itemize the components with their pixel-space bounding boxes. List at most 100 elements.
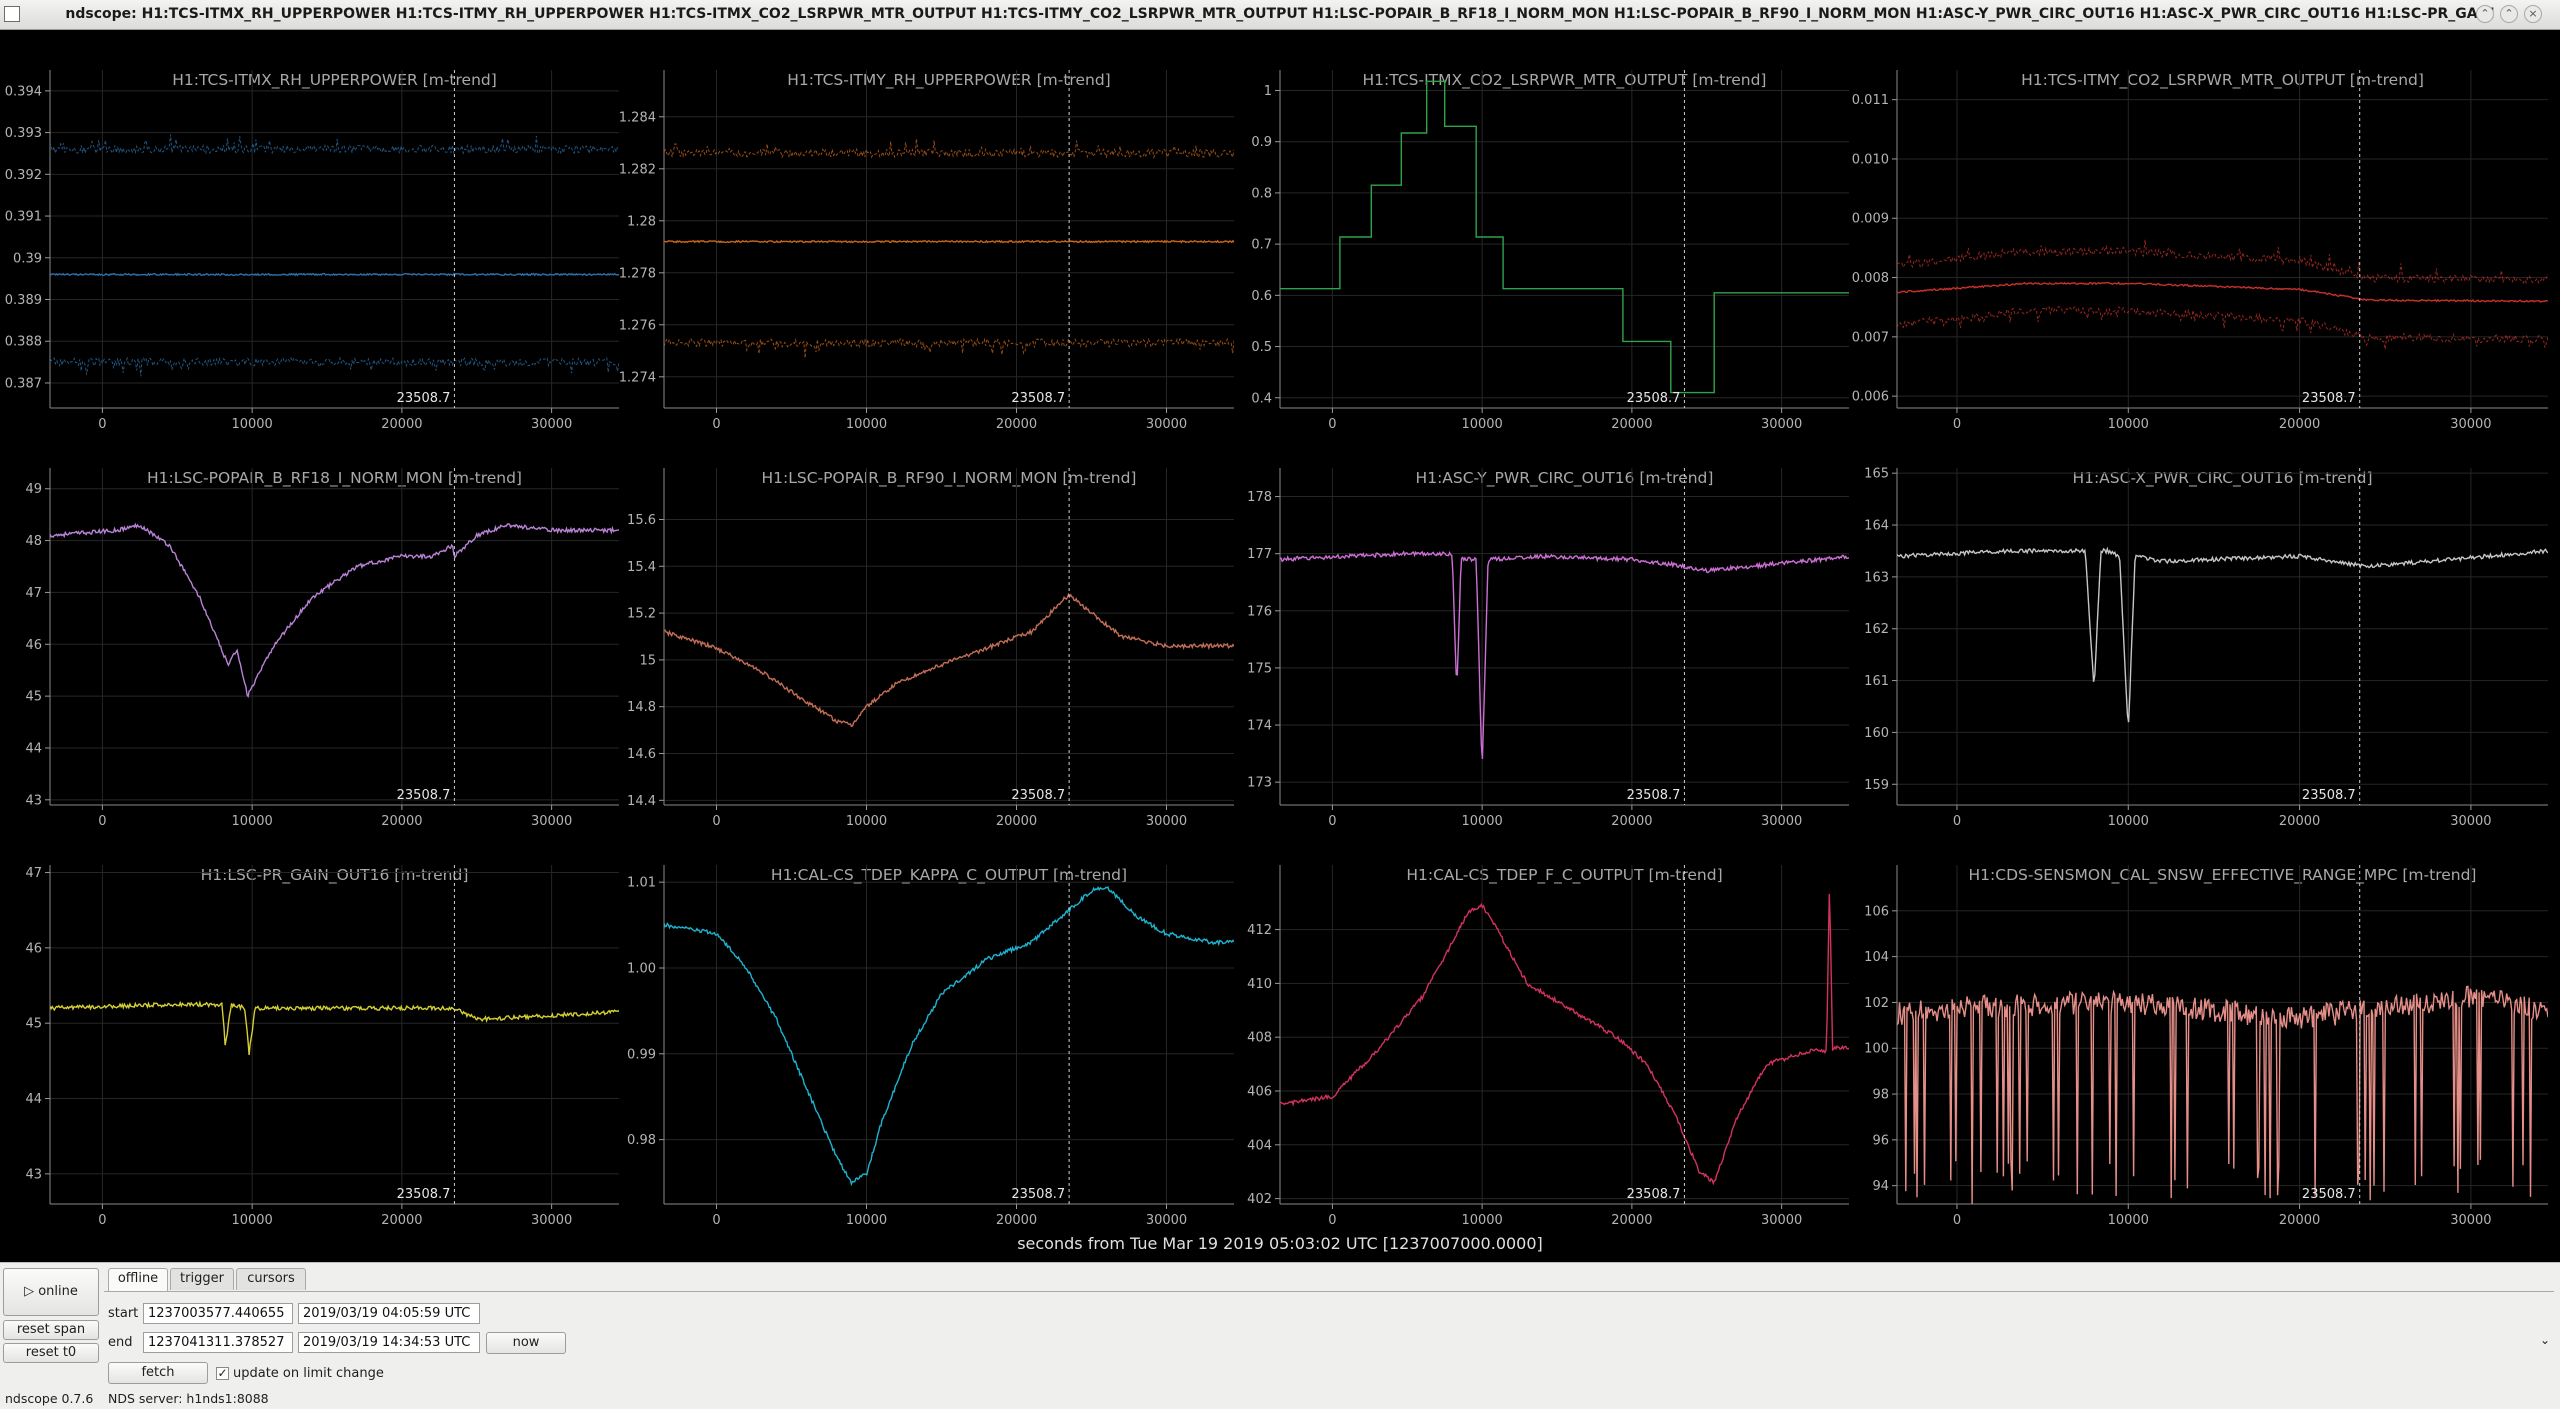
t0-marker-label: 23508.7 (1011, 788, 1065, 803)
y-tick-label: 412 (1247, 923, 1272, 938)
y-tick-label: 106 (1864, 904, 1889, 919)
plot-panel[interactable]: H1:CDS-SENSMON_CAL_SNSW_EFFECTIVE_RANGE_… (1864, 865, 2548, 1228)
x-tick-label: 20000 (381, 814, 422, 829)
x-tick-label: 20000 (996, 814, 1037, 829)
t0-marker-label: 23508.7 (2302, 1187, 2356, 1202)
trace-max (50, 134, 619, 156)
y-tick-label: 1.28 (627, 214, 656, 229)
y-tick-label: 98 (1872, 1088, 1889, 1103)
maximize-icon[interactable]: ⌃ (2500, 5, 2518, 23)
plot-panel[interactable]: H1:CAL-CS_TDEP_KAPPA_C_OUTPUT [m-trend]0… (627, 865, 1234, 1228)
x-tick-label: 10000 (846, 417, 887, 432)
tab-trigger[interactable]: trigger (170, 1268, 234, 1290)
y-tick-label: 1.01 (627, 876, 656, 891)
y-tick-label: 47 (25, 586, 42, 601)
trace-min (1897, 306, 2548, 350)
t0-marker-label: 23508.7 (397, 391, 451, 406)
y-tick-label: 43 (25, 793, 42, 808)
trace-max (664, 138, 1234, 160)
x-tick-label: 30000 (1761, 814, 1802, 829)
plot-panel[interactable]: H1:ASC-Y_PWR_CIRC_OUT16 [m-trend] 0 10000 2… (1247, 468, 1849, 829)
trace-min (50, 356, 619, 377)
nds-server-label: NDS server: h1nds1:8088 (108, 1391, 269, 1406)
x-tick-label: 30000 (1146, 1213, 1187, 1228)
y-tick-label: 45 (25, 690, 42, 705)
x-tick-label: 30000 (2450, 814, 2491, 829)
y-tick-label: 1.282 (619, 162, 656, 177)
y-tick-label: 402 (1247, 1192, 1272, 1207)
x-tick-label: 0 (1328, 1213, 1336, 1228)
plot-title: H1:CDS-SENSMON_CAL_SNSW_EFFECTIVE_RANGE_… (1969, 866, 2477, 885)
x-tick-label: 30000 (1761, 1213, 1802, 1228)
y-tick-label: 176 (1247, 604, 1272, 619)
y-tick-label: 0.011 (1852, 93, 1889, 108)
plot-panel[interactable]: H1:TCS-ITMX_RH_UPPERPOWER [m-trend] 0 1000… (5, 70, 619, 432)
x-tick-label: 10000 (231, 1213, 272, 1228)
y-tick-label: 0.8 (1251, 186, 1272, 201)
trace-mean (50, 272, 619, 277)
y-tick-label: 0.393 (5, 126, 42, 141)
chevron-down-icon: ⌄ (2540, 1333, 2551, 1347)
y-tick-label: 0.009 (1852, 212, 1889, 227)
y-tick-label: 0.387 (5, 376, 42, 391)
plot-panel[interactable]: H1:LSC-PR_GAIN_OUT16 [m-trend] 0 10000 2000… (25, 865, 619, 1228)
reset-span-button[interactable]: reset span (3, 1320, 99, 1340)
plot-traces (1280, 80, 1849, 394)
start-gps-field[interactable]: 1237003577.440655 (143, 1303, 293, 1324)
online-button[interactable]: ▷ online (3, 1268, 99, 1316)
tab-cursors[interactable]: cursors (236, 1268, 306, 1290)
reset-t0-button[interactable]: reset t0 (3, 1343, 99, 1363)
y-tick-label: 48 (25, 534, 42, 549)
y-tick-label: 46 (25, 638, 42, 653)
t0-marker-label: 23508.7 (1627, 1187, 1681, 1202)
plot-panel[interactable]: H1:TCS-ITMY_RH_UPPERPOWER [m-trend] 0 1000… (619, 70, 1234, 432)
x-tick-label: 0 (712, 814, 720, 829)
y-tick-label: 47 (25, 866, 42, 881)
x-tick-label: 20000 (2279, 417, 2320, 432)
plot-traces (1280, 549, 1849, 759)
x-tick-label: 30000 (2450, 417, 2491, 432)
x-tick-label: 0 (1953, 814, 1961, 829)
x-tick-label: 20000 (1611, 814, 1652, 829)
plot-title: H1:TCS-ITMX_CO2_LSRPWR_MTR_OUTPUT [m-tre… (1363, 71, 1767, 90)
t0-marker-label: 23508.7 (1627, 788, 1681, 803)
update-on-limit-checkbox[interactable]: ✓ (216, 1367, 229, 1380)
end-utc-field[interactable]: 2019/03/19 14:34:53 UTC (298, 1332, 480, 1353)
start-label: start (108, 1306, 139, 1321)
plot-panel[interactable]: H1:TCS-ITMX_CO2_LSRPWR_MTR_OUTPUT [m-tre… (1251, 70, 1849, 432)
end-gps-field[interactable]: 1237041311.378527 (143, 1332, 293, 1353)
x-tick-label: 0 (98, 814, 106, 829)
plot-panel[interactable]: H1:LSC-POPAIR_B_RF90_I_NORM_MON [m-trend… (627, 468, 1234, 829)
x-tick-label: 0 (1328, 417, 1336, 432)
y-tick-label: 406 (1247, 1085, 1272, 1100)
close-icon[interactable]: × (2524, 5, 2542, 23)
x-tick-label: 30000 (1146, 417, 1187, 432)
y-tick-label: 0.007 (1852, 330, 1889, 345)
y-tick-label: 102 (1864, 996, 1889, 1011)
t0-marker-label: 23508.7 (2302, 788, 2356, 803)
y-tick-label: 1.00 (627, 961, 656, 976)
now-button[interactable]: now (486, 1332, 566, 1354)
fetch-button[interactable]: fetch (108, 1362, 208, 1384)
plots-canvas[interactable]: H1:TCS-ITMX_RH_UPPERPOWER [m-trend]0 1000… (0, 30, 2560, 1262)
y-tick-label: 46 (25, 941, 42, 956)
y-tick-label: 1.276 (619, 318, 656, 333)
y-tick-label: 1.274 (619, 370, 656, 385)
x-tick-label: 10000 (2108, 417, 2149, 432)
y-tick-label: 14.8 (627, 700, 656, 715)
plot-title: H1:ASC-X_PWR_CIRC_OUT16 [m-trend] (2072, 469, 2372, 488)
y-tick-label: 0.99 (627, 1047, 656, 1062)
plot-panel[interactable]: H1:TCS-ITMY_CO2_LSRPWR_MTR_OUTPUT [m-tre… (1852, 70, 2548, 432)
start-utc-field[interactable]: 2019/03/19 04:05:59 UTC (298, 1303, 480, 1324)
y-tick-label: 15.4 (627, 560, 656, 575)
plot-panel[interactable]: H1:CAL-CS_TDEP_F_C_OUTPUT [m-trend] 0 1000… (1247, 865, 1849, 1228)
y-tick-label: 165 (1864, 467, 1889, 482)
plot-panel[interactable]: H1:LSC-POPAIR_B_RF18_I_NORM_MON [m-trend… (25, 468, 619, 829)
plot-panel[interactable]: H1:ASC-X_PWR_CIRC_OUT16 [m-trend] 0 10000 2… (1864, 467, 2548, 829)
minimize-icon[interactable]: ⌃ (2476, 5, 2494, 23)
y-tick-label: 15.2 (627, 607, 656, 622)
tab-offline[interactable]: offline (108, 1268, 168, 1292)
x-tick-label: 10000 (2108, 1213, 2149, 1228)
trace-min (664, 337, 1234, 359)
x-tick-label: 20000 (996, 417, 1037, 432)
